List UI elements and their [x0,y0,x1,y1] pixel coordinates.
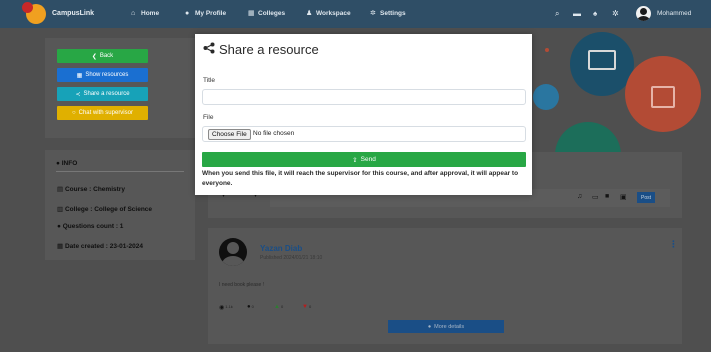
music-icon[interactable]: ♫ [577,193,582,200]
search-icon[interactable]: ⌕ [555,9,559,19]
share-resource-modal: Share a resource Title File Choose File … [195,34,532,195]
brand-logo-icon [22,2,46,24]
views-stat: ◉ 1.1k [219,304,233,311]
views-count: 1.1k [225,304,233,309]
chat-icon[interactable]: ▬ [573,9,581,18]
nav-home[interactable]: ⌂ Home [131,10,159,17]
post-button[interactable]: Post [637,192,655,203]
more-options-icon[interactable]: ⋮ [669,239,678,250]
avatar[interactable] [636,6,651,21]
share-icon [203,42,215,57]
thumbs-up-icon: ▲ [274,304,280,310]
more-details-label: More details [434,323,465,330]
back-icon: ❮ [91,53,97,60]
info-date-text: Date created : 23-01-2024 [64,243,144,250]
chat-supervisor-label: Chat with supervisor [78,110,133,116]
file-status: No file chosen [253,130,295,137]
users-icon: ♟ [306,10,313,17]
home-icon: ⌂ [131,10,136,17]
bell-icon[interactable]: ♠ [593,9,597,18]
share-resource-button[interactable]: ≺ Share a resource [57,87,148,101]
user-name[interactable]: Mohammed [657,10,691,17]
question-icon: ● [57,223,61,230]
file-label: File [203,114,214,121]
more-details-button[interactable]: ● More details [388,320,504,333]
nav-workspace-label: Workspace [316,10,351,17]
nav-my-profile-label: My Profile [195,10,227,17]
video-icon[interactable]: ■ [605,193,609,200]
share-icon: ≺ [75,91,81,98]
top-navbar: CampusLink ⌂ Home ● My Profile ▦ College… [0,0,711,28]
calendar-icon: ▦ [57,243,64,250]
thumbs-down-icon: ▼ [302,304,308,310]
image-icon[interactable]: ▭ [592,193,599,201]
choose-file-button[interactable]: Choose File [208,129,251,140]
info-heading: ● INFO [56,160,77,167]
info-date: ▦ Date created : 23-01-2024 [57,242,143,250]
show-resources-button[interactable]: ▦ Show resources [57,68,148,82]
dislike-button[interactable]: ▼ 0 [302,304,311,310]
nav-workspace[interactable]: ♟ Workspace [306,10,351,17]
modal-note: When you send this file, it will reach t… [202,170,519,187]
chat-supervisor-button[interactable]: ○ Chat with supervisor [57,106,148,120]
gear-icon: ✲ [370,10,376,17]
info-course: ▤ Course : Chemistry [57,185,125,193]
send-button[interactable]: ⇪ Send [202,152,526,167]
nav-my-profile[interactable]: ● My Profile [185,10,226,17]
author-avatar[interactable] [219,238,247,266]
divider [56,171,184,172]
info-icon: ● [56,160,60,167]
info-title: INFO [61,160,78,167]
info-questions-text: Questions count : 1 [62,223,124,230]
comments-count: 0 [251,304,254,309]
info-questions: ● Questions count : 1 [57,223,123,230]
settings-small-icon[interactable]: ✲ [612,9,619,18]
illustration-dot [545,48,549,52]
building-icon: ▦ [248,10,255,17]
likes-count: 0 [280,304,284,309]
nav-colleges-label: Colleges [258,10,286,17]
show-resources-label: Show resources [85,72,129,78]
upload-icon: ⇪ [352,156,358,164]
post-date: Published 2024/01/21 18:10 [260,255,323,261]
file-input: Choose File No file chosen [202,126,526,142]
post-body: I need book please ! [219,282,265,288]
chat-icon: ○ [72,110,76,116]
like-button[interactable]: ▲ 0 [274,304,283,310]
nav-settings[interactable]: ✲ Settings [370,10,406,17]
title-input[interactable] [202,89,526,105]
grid-icon: ▦ [76,72,83,79]
user-icon: ● [185,10,190,17]
chat-bubble-illustration-icon [588,50,616,70]
camera-icon[interactable]: ▣ [620,193,627,201]
college-icon: ▥ [57,206,64,213]
modal-title: Share a resource [203,42,319,57]
info-course-text: Course : Chemistry [64,186,125,193]
eye-icon: ◉ [219,305,225,311]
brand-name: CampusLink [52,10,95,17]
back-button-label: Back [99,53,114,59]
nav-home-label: Home [141,10,160,17]
info-college-text: College : College of Science [64,206,153,213]
nav-colleges[interactable]: ▦ Colleges [248,10,285,17]
dislikes-count: 0 [308,304,312,309]
share-resource-label: Share a resource [83,91,130,97]
info-circle-icon: ● [427,323,432,330]
lock-illustration-icon [651,86,675,108]
back-button[interactable]: ❮ Back [57,49,148,63]
send-button-label: Send [360,156,376,163]
comment-icon: ● [247,304,251,310]
nav-settings-label: Settings [380,10,406,17]
info-college: ▥ College : College of Science [57,205,152,213]
illustration-circle-blue [533,84,559,110]
title-label: Title [203,77,216,84]
comments-stat[interactable]: ● 0 [247,304,254,310]
book-icon: ▤ [57,186,64,193]
post-author[interactable]: Yazan Diab [260,244,302,253]
modal-title-text: Share a resource [219,42,319,57]
